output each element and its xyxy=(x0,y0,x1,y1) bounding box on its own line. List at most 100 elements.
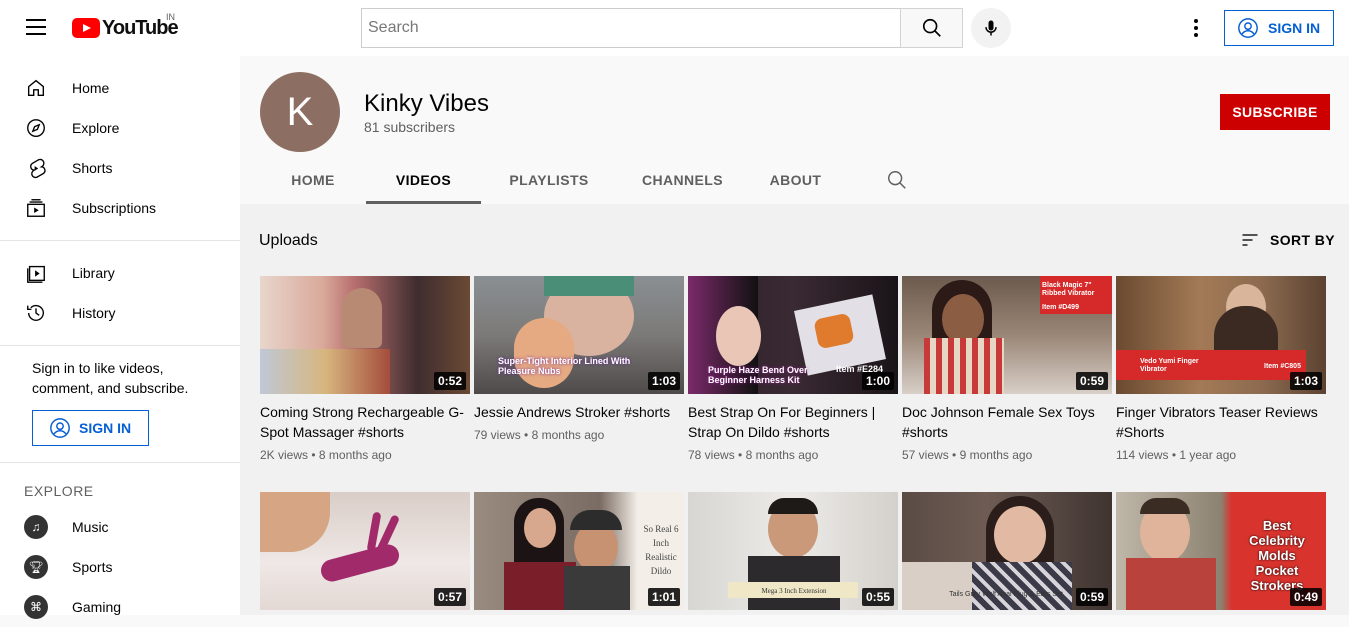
sidebar-signin-button[interactable]: SIGN IN xyxy=(32,410,149,446)
gamepad-icon: ⌘ xyxy=(24,595,48,619)
thumbnail-caption: So Real 6 Inch Realistic Dildo xyxy=(643,524,679,576)
view-count: 2K views xyxy=(260,448,309,462)
video-card[interactable]: 0:57 xyxy=(260,492,470,610)
thumbnail-item-code: Item #D499 xyxy=(1042,304,1079,311)
upload-age: 8 months ago xyxy=(745,448,819,462)
thumbnail-caption: Tails Grey Wolf Anal Plug & Ears Set xyxy=(949,591,1063,598)
sidebar-item-music[interactable]: ♫ Music xyxy=(0,507,240,547)
video-duration: 0:55 xyxy=(861,588,894,606)
video-duration: 0:59 xyxy=(1075,588,1108,606)
upload-age: 8 months ago xyxy=(318,448,392,462)
channel-avatar[interactable]: K xyxy=(260,72,340,152)
music-icon: ♫ xyxy=(24,515,48,539)
sort-by-button[interactable]: SORT BY xyxy=(1240,230,1335,250)
country-code: IN xyxy=(166,12,175,22)
sidebar-item-library[interactable]: Library xyxy=(0,253,240,293)
video-card[interactable]: Vedo Yumi Finger Vibrator Item #C805 1:0… xyxy=(1116,276,1326,462)
sidebar-item-home[interactable]: Home xyxy=(0,68,240,108)
tab-home[interactable]: HOME xyxy=(260,156,366,204)
video-thumbnail[interactable]: Purple Haze Bend Over Beginner Harness K… xyxy=(688,276,898,394)
video-title[interactable]: Best Strap On For Beginners | Strap On D… xyxy=(688,402,898,442)
sidebar-item-label: Home xyxy=(72,80,110,96)
subscriptions-icon xyxy=(24,196,48,220)
sidebar-item-label: Shorts xyxy=(72,160,113,176)
video-card[interactable]: Super-Tight Interior Lined With Pleasure… xyxy=(474,276,684,442)
video-thumbnail[interactable]: 0:57 xyxy=(260,492,470,610)
video-title[interactable]: Finger Vibrators Teaser Reviews #Shorts xyxy=(1116,402,1326,442)
video-card[interactable]: Purple Haze Bend Over Beginner Harness K… xyxy=(688,276,898,462)
menu-icon[interactable] xyxy=(24,19,48,37)
youtube-play-icon xyxy=(72,18,100,38)
thumbnail-caption: Purple Haze Bend Over Beginner Harness K… xyxy=(708,365,808,385)
subscriber-count: 81 subscribers xyxy=(364,119,456,135)
video-duration: 0:49 xyxy=(1289,588,1322,606)
signin-label: SIGN IN xyxy=(79,420,132,436)
sidebar-divider xyxy=(0,345,240,346)
video-thumbnail[interactable]: Best Celebrity Molds Pocket Strokers 0:4… xyxy=(1116,492,1326,610)
video-card[interactable]: Mega 3 Inch Extension 0:55 xyxy=(688,492,898,610)
video-meta: 57 views • 9 months ago xyxy=(902,448,1033,462)
video-thumbnail[interactable]: So Real 6 Inch Realistic Dildo 1:01 xyxy=(474,492,684,610)
video-duration: 1:00 xyxy=(861,372,894,390)
sidebar: Home Explore Shorts Subscriptions Librar… xyxy=(0,56,240,619)
sidebar-item-gaming[interactable]: ⌘ Gaming xyxy=(0,587,240,627)
voice-search-button[interactable] xyxy=(971,8,1011,48)
sidebar-divider xyxy=(0,462,240,463)
tab-playlists[interactable]: PLAYLISTS xyxy=(481,156,617,204)
search-icon xyxy=(888,171,906,189)
sidebar-item-label: Library xyxy=(72,265,115,281)
thumbnail-caption: Vedo Yumi Finger Vibrator xyxy=(1140,358,1199,373)
search-input[interactable] xyxy=(361,8,900,48)
trophy-icon: 🏆︎ xyxy=(24,555,48,579)
sidebar-item-label: Subscriptions xyxy=(72,200,157,216)
video-card[interactable]: 0:52 Coming Strong Rechargeable G-Spot M… xyxy=(260,276,470,462)
video-card[interactable]: Best Celebrity Molds Pocket Strokers 0:4… xyxy=(1116,492,1326,610)
video-card[interactable]: Tails Grey Wolf Anal Plug & Ears Set 0:5… xyxy=(902,492,1112,610)
thumbnail-caption: Mega 3 Inch Extension xyxy=(761,587,827,595)
sidebar-item-label: History xyxy=(72,305,116,321)
sidebar-item-explore[interactable]: Explore xyxy=(0,108,240,148)
channel-tabs: HOME VIDEOS PLAYLISTS CHANNELS ABOUT xyxy=(260,156,843,204)
video-thumbnail[interactable]: 0:52 xyxy=(260,276,470,394)
search-button[interactable] xyxy=(900,8,963,48)
video-title[interactable]: Coming Strong Rechargeable G-Spot Massag… xyxy=(260,402,470,442)
upload-age: 9 months ago xyxy=(959,448,1033,462)
signin-label: SIGN IN xyxy=(1268,20,1321,36)
subscribe-button[interactable]: SUBSCRIBE xyxy=(1220,94,1330,130)
thumbnail-caption: Best Celebrity Molds Pocket Strokers xyxy=(1249,518,1305,593)
video-card[interactable]: So Real 6 Inch Realistic Dildo 1:01 xyxy=(474,492,684,610)
sidebar-item-sports[interactable]: 🏆︎ Sports xyxy=(0,547,240,587)
top-bar: YouTube IN SIGN IN xyxy=(0,0,1349,56)
video-title[interactable]: Doc Johnson Female Sex Toys #shorts xyxy=(902,402,1112,442)
video-thumbnail[interactable]: Tails Grey Wolf Anal Plug & Ears Set 0:5… xyxy=(902,492,1112,610)
video-thumbnail[interactable]: Super-Tight Interior Lined With Pleasure… xyxy=(474,276,684,394)
video-title[interactable]: Jessie Andrews Stroker #shorts xyxy=(474,402,684,422)
home-icon xyxy=(24,76,48,100)
upload-age: 1 year ago xyxy=(1179,448,1237,462)
thumbnail-item-code: Item #C805 xyxy=(1264,363,1301,370)
tab-about[interactable]: ABOUT xyxy=(748,156,843,204)
channel-search-button[interactable] xyxy=(886,169,908,196)
signin-button[interactable]: SIGN IN xyxy=(1224,10,1334,46)
video-thumbnail[interactable]: Mega 3 Inch Extension 0:55 xyxy=(688,492,898,610)
sort-icon xyxy=(1240,230,1260,250)
sidebar-item-subscriptions[interactable]: Subscriptions xyxy=(0,188,240,228)
sidebar-item-history[interactable]: History xyxy=(0,293,240,333)
history-icon xyxy=(24,301,48,325)
tab-videos[interactable]: VIDEOS xyxy=(366,156,481,204)
video-thumbnail[interactable]: Black Magic 7" Ribbed Vibrator Item #D49… xyxy=(902,276,1112,394)
youtube-logo[interactable]: YouTube xyxy=(72,17,179,39)
explore-heading: EXPLORE xyxy=(24,483,94,499)
compass-icon xyxy=(24,116,48,140)
sidebar-item-label: Explore xyxy=(72,120,120,136)
video-duration: 1:01 xyxy=(647,588,680,606)
sidebar-item-shorts[interactable]: Shorts xyxy=(0,148,240,188)
account-icon xyxy=(49,417,71,439)
video-thumbnail[interactable]: Vedo Yumi Finger Vibrator Item #C805 1:0… xyxy=(1116,276,1326,394)
more-options-icon[interactable] xyxy=(1184,16,1208,40)
sidebar-item-label: Gaming xyxy=(72,599,122,615)
sidebar-item-label: Sports xyxy=(72,559,113,575)
video-card[interactable]: Black Magic 7" Ribbed Vibrator Item #D49… xyxy=(902,276,1112,462)
tab-channels[interactable]: CHANNELS xyxy=(617,156,748,204)
view-count: 78 views xyxy=(688,448,735,462)
